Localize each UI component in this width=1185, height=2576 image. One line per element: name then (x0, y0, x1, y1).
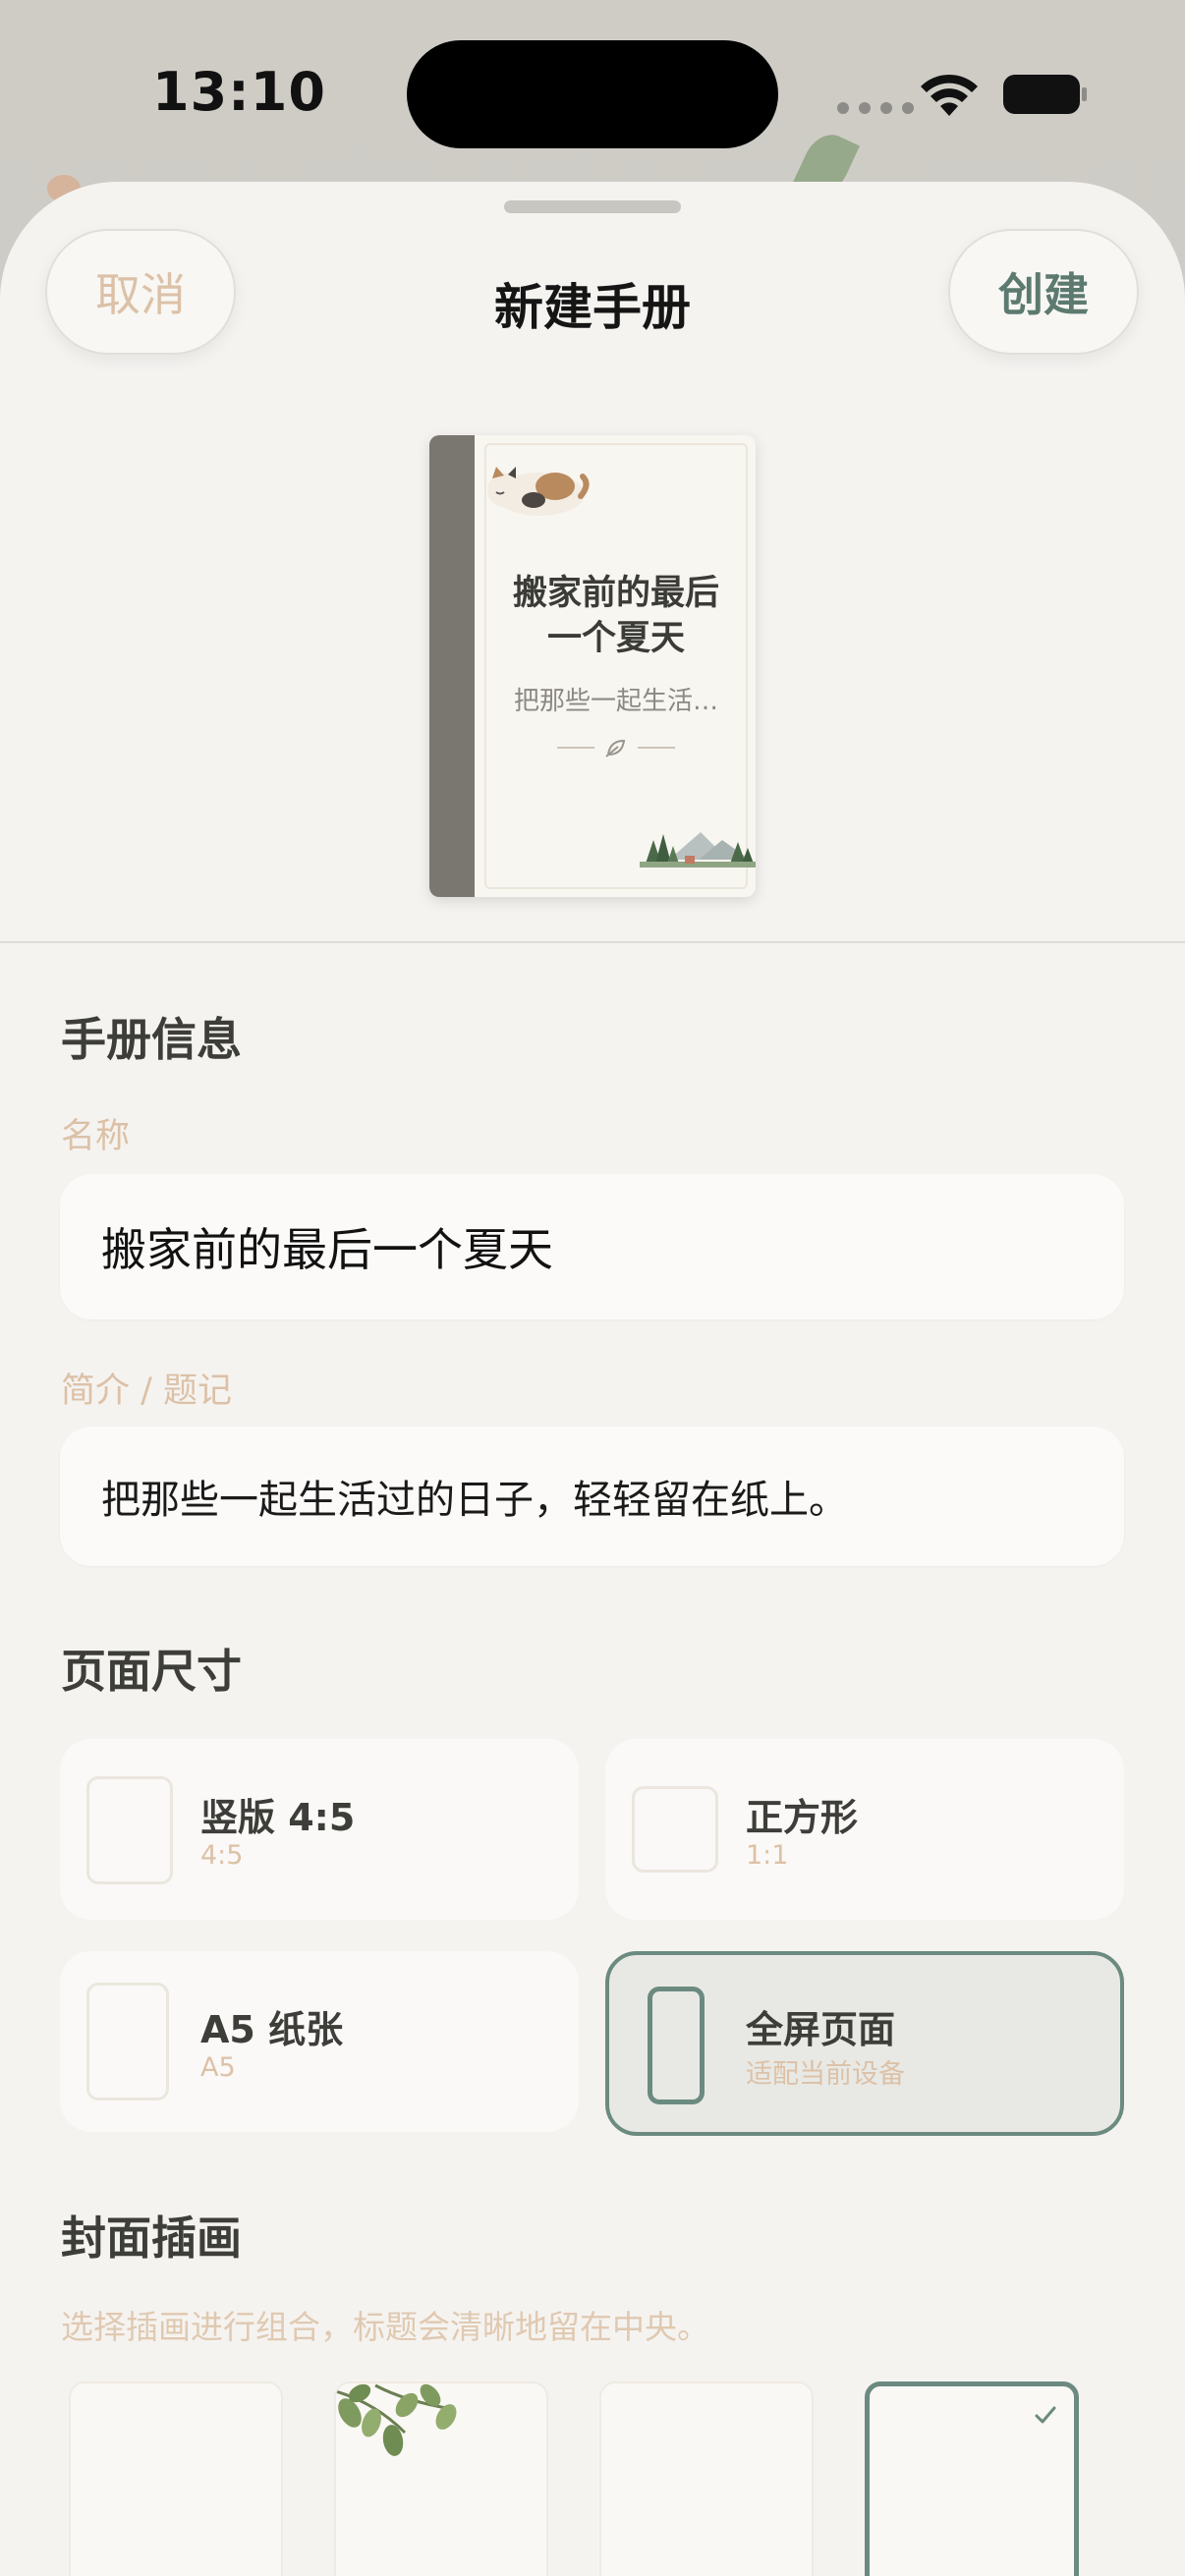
size-option-fullscreen[interactable]: 全屏页面 适配当前设备 (605, 1951, 1124, 2136)
cover-subtitle: 把那些一起生活… (513, 687, 718, 716)
name-input-value: 搬家前的最后一个夏天 (101, 1223, 553, 1276)
cover-spine (429, 435, 475, 897)
battery-icon (1003, 75, 1087, 114)
phone-thumb-icon (648, 1987, 705, 2104)
size-option-name: 全屏页面 (746, 2008, 896, 2051)
cover-preview: 搬家前的最后 一个夏天 把那些一起生活… (429, 435, 756, 897)
cover-title-line1: 搬家前的最后 (512, 574, 719, 613)
size-option-name: 正方形 (746, 1796, 859, 1839)
create-button[interactable]: 创建 (948, 229, 1139, 355)
sleeping-cat-icon (487, 467, 590, 516)
size-option-name: A5 纸张 (200, 2008, 344, 2051)
size-option-square[interactable]: 正方形 1:1 (605, 1739, 1124, 1920)
intro-input[interactable]: 把那些一起生活过的日子，轻轻留在纸上。 (60, 1427, 1124, 1566)
a5-thumb-icon (86, 1983, 169, 2100)
name-label: 名称 (61, 1117, 131, 1156)
leaves-illustration-icon (336, 2383, 457, 2456)
cover-title: 搬家前的最后 一个夏天 (488, 571, 744, 661)
size-option-portrait[interactable]: 竖版 4:5 4:5 (60, 1739, 579, 1920)
size-option-sub: 1:1 (746, 1840, 789, 1871)
square-thumb-icon (632, 1786, 718, 1873)
cover-title-line2: 一个夏天 (546, 619, 685, 658)
sheet-grabber[interactable] (504, 200, 681, 213)
checkmark-icon (1035, 2406, 1056, 2424)
sprout-illustration-icon (601, 2383, 814, 2576)
status-time: 13:10 (152, 61, 326, 123)
size-section-title: 页面尺寸 (61, 1645, 242, 1698)
illustration-option-selected[interactable] (865, 2381, 1079, 2576)
illustration-option-leaves[interactable] (334, 2381, 548, 2576)
preview-divider (0, 941, 1185, 943)
intro-label: 简介 / 题记 (61, 1372, 233, 1411)
intro-input-value: 把那些一起生活过的日子，轻轻留在纸上。 (101, 1478, 848, 1523)
size-option-sub: A5 (200, 2052, 236, 2083)
dynamic-island (407, 40, 778, 148)
size-option-name: 竖版 4:5 (200, 1796, 356, 1839)
portrait-thumb-icon (86, 1776, 173, 1884)
info-section-title: 手册信息 (61, 1013, 242, 1066)
new-notebook-sheet: 取消 新建手册 创建 搬家前的最后 一个夏天 把那些一起生活… 手册信息 名称 … (0, 182, 1185, 2576)
forest-mountain-icon (640, 832, 756, 868)
cellular-signal-icon (837, 102, 914, 114)
illustration-section-title: 封面插画 (61, 2212, 242, 2265)
size-option-sub: 适配当前设备 (746, 2059, 905, 2090)
illustration-option-sprout[interactable] (599, 2381, 814, 2576)
status-bar: 13:10 (0, 0, 1185, 187)
leaf-ornament-icon (557, 739, 675, 757)
size-option-sub: 4:5 (200, 1840, 244, 1871)
wifi-icon (921, 74, 978, 116)
illustration-option-blank[interactable] (69, 2381, 283, 2576)
size-option-a5[interactable]: A5 纸张 A5 (60, 1951, 579, 2132)
name-input[interactable]: 搬家前的最后一个夏天 (60, 1174, 1124, 1319)
illustration-hint: 选择插画进行组合，标题会清晰地留在中央。 (61, 2308, 709, 2346)
